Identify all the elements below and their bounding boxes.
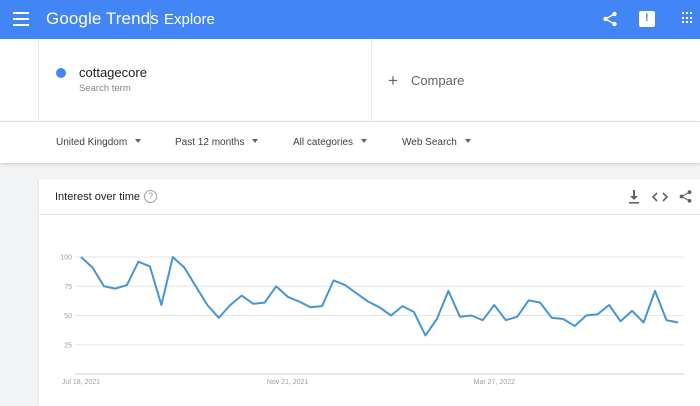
app-bar: Google Trends Explore	[0, 0, 700, 39]
category-filter-label: All categories	[293, 137, 354, 148]
search-term-card[interactable]: cottagecore Search term	[38, 39, 372, 122]
search-term-name[interactable]: cottagecore	[79, 65, 147, 80]
time-filter[interactable]: Past 12 months	[175, 137, 259, 148]
series-line-cottagecore[interactable]	[80, 256, 679, 337]
page-title: Explore	[164, 11, 215, 28]
y-tick-label: 75	[64, 284, 72, 291]
divider	[150, 9, 151, 30]
feedback-icon[interactable]	[639, 11, 655, 27]
x-tick-label: Mar 27, 2022	[474, 379, 515, 386]
x-tick-label: Nov 21, 2021	[267, 379, 309, 386]
x-tick-label: Jul 18, 2021	[62, 379, 100, 386]
caret-down-icon	[252, 139, 259, 144]
category-filter[interactable]: All categories	[293, 137, 368, 148]
caret-down-icon	[361, 139, 368, 144]
compare-label: Compare	[410, 73, 465, 88]
share-icon[interactable]	[602, 11, 618, 27]
interest-over-time-card: Interest over time ? 100 75 50 25 Jul 18, 20…	[39, 179, 700, 406]
menu-icon[interactable]	[13, 12, 29, 26]
search-term-type: Search term	[79, 83, 131, 94]
search-type-filter-label: Web Search	[402, 137, 457, 148]
caret-down-icon	[135, 139, 142, 144]
time-filter-label: Past 12 months	[175, 137, 245, 148]
region-filter-label: United Kingdom	[56, 137, 128, 148]
y-tick-label: 25	[64, 342, 72, 349]
term-color-dot	[56, 68, 66, 78]
interest-chart: 100 75 50 25 Jul 18, 2021 Nov 21, 2021 Mar 27,…	[60, 255, 684, 386]
brand-logo[interactable]: Google Trends	[46, 9, 159, 29]
plus-icon: +	[388, 71, 398, 90]
y-tick-label: 50	[64, 313, 72, 320]
search-type-filter[interactable]: Web Search	[402, 137, 471, 148]
y-tick-label: 100	[60, 255, 72, 262]
compare-button[interactable]: + Compare	[388, 71, 465, 90]
region-filter[interactable]: United Kingdom	[56, 137, 142, 148]
terms-section: cottagecore Search term + Compare	[0, 39, 700, 122]
caret-down-icon	[464, 139, 471, 144]
filter-bar: United Kingdom Past 12 months All catego…	[0, 122, 700, 163]
apps-icon[interactable]	[682, 12, 694, 24]
